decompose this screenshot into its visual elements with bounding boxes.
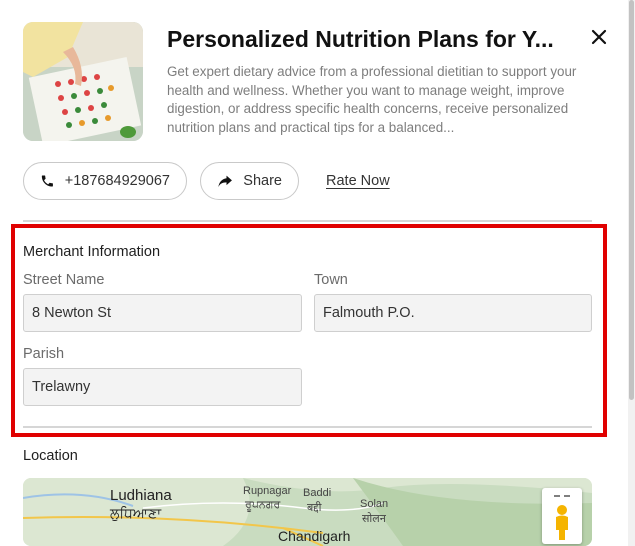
listing-modal: Personalized Nutrition Plans for Y... Ge… xyxy=(0,0,628,546)
map-label-baddi: Baddi xyxy=(303,487,332,499)
map-label-ludhiana: Ludhiana xyxy=(110,487,172,504)
close-icon xyxy=(591,29,607,45)
street-view-button[interactable] xyxy=(542,488,582,544)
phone-button[interactable]: +187684929067 xyxy=(23,162,187,200)
listing-title: Personalized Nutrition Plans for Y... xyxy=(167,26,554,52)
share-button[interactable]: Share xyxy=(200,162,299,200)
map-label-chandigarh: Chandigarh xyxy=(278,528,351,544)
scrollbar-thumb[interactable] xyxy=(629,0,634,400)
pegman-icon xyxy=(554,495,570,540)
rate-now-link[interactable]: Rate Now xyxy=(326,173,390,189)
location-map[interactable]: Ludhiana ਲੁਧਿਆਣਾ Rupnagar ਰੂਪਨਗਰ Baddi ब… xyxy=(23,478,592,546)
listing-thumbnail xyxy=(23,22,143,141)
merchant-highlight-box xyxy=(11,224,607,437)
divider-top xyxy=(23,220,592,222)
map-label-rupnagar-native: ਰੂਪਨਗਰ xyxy=(245,499,281,511)
listing-description: Get expert dietary advice from a profess… xyxy=(167,64,577,135)
map-label-rupnagar: Rupnagar xyxy=(243,485,292,497)
phone-icon xyxy=(41,175,53,187)
location-section-title: Location xyxy=(23,448,78,464)
map-label-solan: Solan xyxy=(360,498,389,510)
phone-label: +187684929067 xyxy=(64,173,170,189)
share-label: Share xyxy=(243,173,282,189)
scrollbar-track[interactable] xyxy=(628,0,635,546)
map-label-baddi-native: बद्दी xyxy=(307,502,322,514)
map-label-solan-native: सोलन xyxy=(362,513,386,525)
map-label-ludhiana-native: ਲੁਧਿਆਣਾ xyxy=(110,505,162,521)
share-icon xyxy=(218,175,232,188)
close-button[interactable] xyxy=(588,26,610,48)
